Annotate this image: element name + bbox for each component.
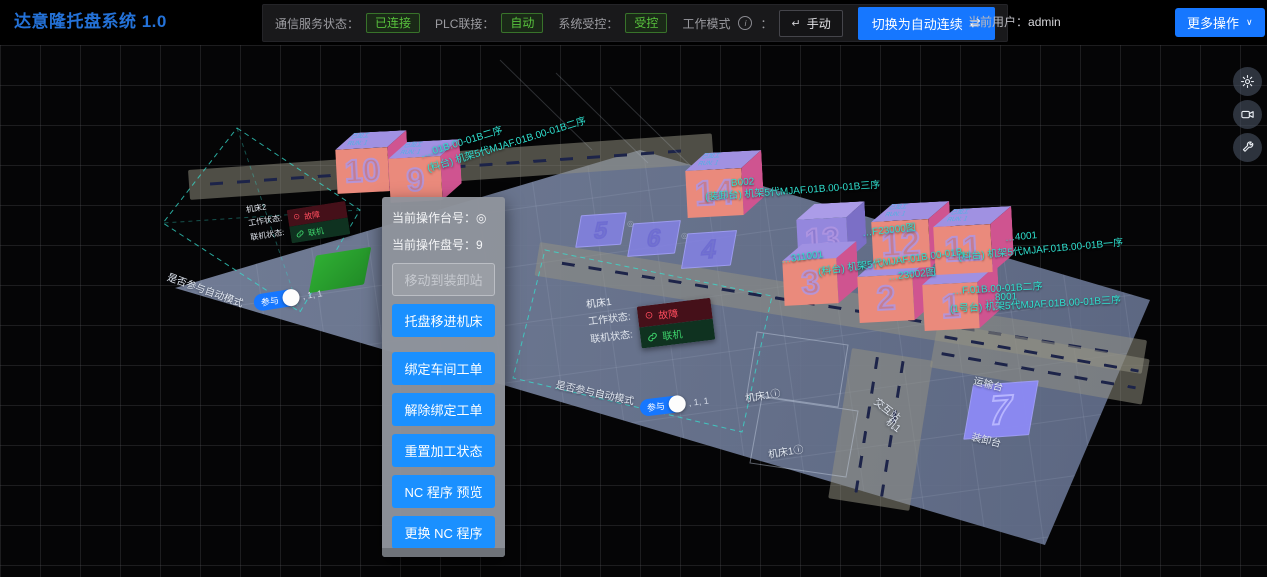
current-user: 当前用户：admin [968,0,1061,44]
station-tile-5[interactable]: 5 [575,212,627,248]
status-comm-service: 通信服务状态： 已连接 [275,13,420,33]
camera-view-button[interactable] [1233,100,1262,129]
toggle-knob[interactable] [668,394,687,413]
work-mode-colon: ： [760,15,772,32]
info-icon: i [738,16,752,30]
cube-top-text: 已加工 RUN: 1 [696,153,723,168]
status-toolbar: 通信服务状态： 已连接 PLC联接： 自动 系统受控： 受控 工作模式 i ： … [262,4,1008,42]
scene-3d-view: 5647◎◎已加工 RUN: 110已加工 RUN: 19已加工 RUN: 11… [0,45,1267,577]
current-user-label: 当前用户： [968,15,1028,29]
unbind-work-order-button[interactable]: 解除绑定工单 [392,393,495,426]
tile-marker-icon: ◎ [627,219,634,228]
gear-icon [1240,74,1255,89]
change-nc-program-button[interactable]: 更换 NC 程序 [392,516,495,549]
link-icon [295,229,304,238]
camera-icon [1240,107,1255,122]
header: 达意隆托盘系统 1.0 通信服务状态： 已连接 PLC联接： 自动 系统受控： … [0,0,1267,45]
machine-work-status-label: 工作状态: [587,308,631,328]
enter-key-icon: ↵ [791,17,800,30]
fault-icon: ⊙ [293,212,301,222]
status-badge-auto: 自动 [501,13,543,33]
manual-mode-button[interactable]: ↵ 手动 [779,10,842,37]
machine-link-status-label: 联机状态: [249,225,285,242]
cube-front-face: 10 [335,147,389,194]
cube-front-face: 2 [857,274,914,323]
more-actions-button[interactable]: 更多操作 ∨ [1175,8,1265,37]
pallet-value: 9 [476,238,483,252]
status-label: PLC联接： [435,15,494,32]
chevron-down-icon: ∨ [1246,17,1253,28]
fault-icon: ⊙ [644,310,654,322]
machine-status-2: 机床1工作状态:联机状态:⊙故障联机 [585,291,634,349]
pallet-context-menu: 当前操作台号：◎ 当前操作盘号：9 移动到装卸站 托盘移进机床 绑定车间工单 解… [382,197,505,557]
toggle-suffix-text: , 1, 1 [302,288,323,301]
toggle-knob[interactable] [281,288,300,307]
current-station-line: 当前操作台号：◎ [392,209,495,226]
cube-top-text: 已加工 RUN: 1 [945,209,972,224]
factory-floor [0,45,1267,577]
status-label: 系统受控： [558,15,618,32]
pallet-into-machine-button[interactable]: 托盘移进机床 [392,304,495,337]
reset-process-state-button[interactable]: 重置加工状态 [392,434,495,467]
status-system-control: 系统受控： 受控 [558,13,667,33]
wrench-icon [1240,140,1255,155]
tools-button[interactable] [1233,133,1262,162]
machine-status-1: 机床2工作状态:联机状态:⊙故障联机 [245,198,285,245]
app-title: 达意隆托盘系统 1.0 [14,0,167,44]
machine-status-badges: ⊙故障联机 [287,201,351,243]
floor-grid [0,45,1267,577]
tile-marker-icon: ◎ [681,231,688,240]
app-window: 达意隆托盘系统 1.0 通信服务状态： 已连接 PLC联接： 自动 系统受控： … [0,0,1267,577]
status-badge-controlled: 受控 [625,13,667,33]
bind-work-order-button[interactable]: 绑定车间工单 [392,352,495,385]
work-mode-label: 工作模式 [682,15,730,32]
nc-program-preview-button[interactable]: NC 程序 预览 [392,475,495,508]
machine-status-badges: ⊙故障联机 [637,298,716,349]
cube-top-text: 已加工 RUN: 1 [345,133,372,148]
current-user-name: admin [1028,15,1061,29]
pallet-cube-11[interactable]: 已加工 RUN: 111 [932,206,1014,275]
station-tile-4[interactable]: 4 [681,230,737,269]
move-to-dock-button[interactable]: 移动到装卸站 [392,263,495,296]
link-icon [647,331,658,342]
machine-link-status-label: 联机状态: [589,326,633,346]
lane-dashes [853,356,878,498]
status-label: 通信服务状态： [275,15,359,32]
station-tile-6[interactable]: 6 [627,220,681,257]
status-badge-connected: 已连接 [366,13,420,33]
toggle-suffix-text: , 1, 1 [688,395,709,407]
panel-divider [392,345,495,352]
cube-top-text: 已加工 RUN: 1 [883,204,910,219]
status-plc-link: PLC联接： 自动 [435,13,543,33]
station-value: ◎ [476,211,486,225]
current-pallet-line: 当前操作盘号：9 [392,236,495,253]
settings-button[interactable] [1233,67,1262,96]
work-mode-group: 工作模式 i ： ↵ 手动 [682,10,842,37]
